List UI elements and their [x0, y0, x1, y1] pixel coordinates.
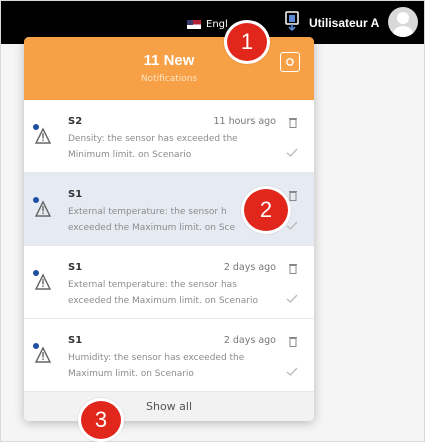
notification-message: Density: the sensor has exceeded the Min… — [68, 134, 238, 160]
language-label: Engl — [206, 18, 228, 30]
notification-title: S1 — [68, 189, 83, 200]
notification-message: Humidity: the sensor has exceeded the Ma… — [68, 353, 245, 379]
callout-badge-3: 3 — [78, 398, 124, 442]
avatar[interactable] — [388, 7, 418, 37]
us-flag-icon — [187, 19, 201, 29]
user-name[interactable]: Utilisateur A — [309, 16, 379, 30]
trash-icon[interactable] — [288, 189, 298, 201]
notification-item[interactable]: S2 11 hours ago Density: the sensor has … — [24, 100, 314, 173]
notification-item[interactable]: S1 2 days ago Humidity: the sensor has e… — [24, 319, 314, 392]
notification-title: S2 — [68, 116, 83, 127]
warning-icon — [33, 343, 52, 363]
warning-icon — [33, 124, 52, 144]
trash-icon[interactable] — [288, 116, 298, 128]
refresh-icon — [286, 58, 294, 66]
check-icon[interactable] — [286, 221, 298, 231]
new-count: 11 New — [143, 52, 195, 69]
notification-title: S1 — [68, 262, 83, 273]
notification-title: S1 — [68, 335, 83, 346]
notification-bell-icon[interactable] — [283, 9, 301, 33]
warning-icon — [33, 270, 52, 290]
language-selector[interactable]: Engl — [187, 16, 228, 32]
check-icon[interactable] — [286, 294, 298, 304]
callout-badge-2: 2 — [241, 186, 291, 234]
notification-list: S2 11 hours ago Density: the sensor has … — [24, 100, 314, 392]
callout-badge-1: 1 — [224, 20, 270, 64]
header-subtitle: Notifications — [140, 74, 198, 84]
check-icon[interactable] — [286, 148, 298, 158]
notification-item[interactable]: S1 2 days ago External temperature: the … — [24, 246, 314, 319]
refresh-button[interactable] — [280, 52, 300, 72]
warning-icon — [33, 197, 52, 217]
notification-time: 2 days ago — [223, 262, 276, 273]
notification-time: 11 hours ago — [213, 116, 276, 127]
trash-icon[interactable] — [288, 335, 298, 347]
notifications-header: 11 New Notifications — [24, 37, 314, 100]
trash-icon[interactable] — [288, 262, 298, 274]
notification-message: External temperature: the sensor has exc… — [68, 280, 258, 306]
check-icon[interactable] — [286, 367, 298, 377]
notification-time: 2 days ago — [223, 335, 276, 346]
show-all-button[interactable]: Show all — [24, 392, 314, 421]
